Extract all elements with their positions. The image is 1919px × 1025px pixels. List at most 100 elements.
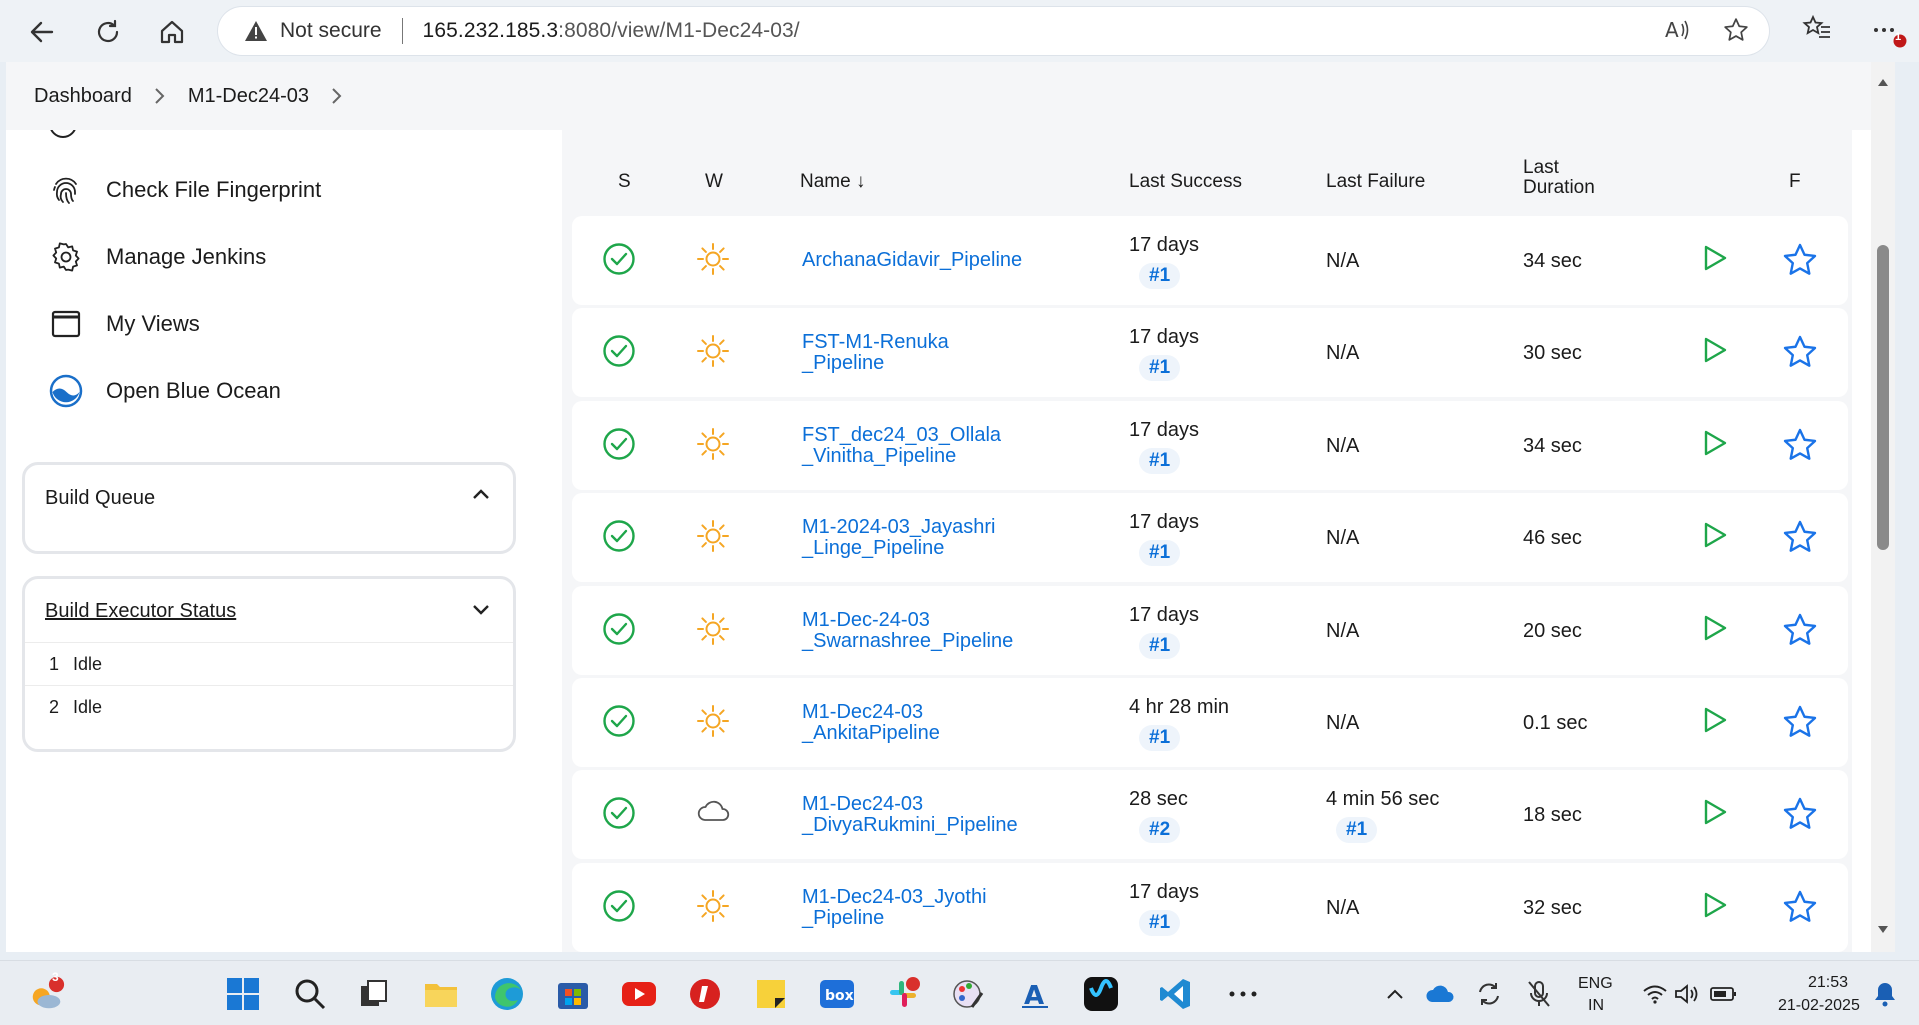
sidebar-item-blue-ocean[interactable]: Open Blue Ocean — [48, 373, 281, 409]
infinity-app-icon[interactable] — [686, 975, 724, 1013]
address-bar[interactable]: Not secure 165.232.185.3:8080/view/M1-De… — [218, 7, 1769, 55]
job-name-link[interactable]: M1-Dec24-03 _AnkitaPipeline — [802, 702, 940, 744]
refresh-button[interactable] — [88, 12, 128, 52]
sun-weather-icon[interactable] — [696, 889, 730, 929]
col-weather[interactable]: W — [705, 171, 723, 193]
youtube-icon[interactable] — [620, 975, 658, 1013]
clock-time[interactable]: 21:53 — [1808, 974, 1848, 992]
success-status-icon[interactable] — [602, 519, 636, 559]
slack-icon[interactable] — [884, 975, 922, 1013]
battery-icon[interactable] — [1705, 975, 1743, 1013]
success-status-icon[interactable] — [602, 334, 636, 374]
notification-bell-icon[interactable] — [1866, 975, 1904, 1013]
success-status-icon[interactable] — [602, 889, 636, 929]
col-last-duration-line1[interactable]: Last — [1523, 157, 1559, 179]
webex-icon[interactable] — [1082, 975, 1120, 1013]
home-button[interactable] — [152, 12, 192, 52]
success-status-icon[interactable] — [602, 242, 636, 282]
task-view-icon[interactable] — [355, 975, 393, 1013]
language-line1[interactable]: ENG — [1578, 975, 1613, 993]
run-build-icon[interactable] — [1702, 336, 1728, 370]
sync-icon[interactable] — [1470, 975, 1508, 1013]
favorite-star-icon[interactable] — [1782, 796, 1818, 838]
warning-icon[interactable] — [244, 20, 268, 42]
favorites-list-icon[interactable] — [1802, 14, 1832, 49]
clock-date[interactable]: 21-02-2025 — [1778, 997, 1860, 1015]
vscode-icon[interactable] — [1156, 975, 1194, 1013]
col-status[interactable]: S — [618, 171, 631, 193]
sun-weather-icon[interactable] — [696, 704, 730, 744]
run-build-icon[interactable] — [1702, 798, 1728, 832]
cloud-weather-icon[interactable] — [696, 796, 732, 830]
volume-icon[interactable] — [1668, 975, 1706, 1013]
favorite-star-icon[interactable] — [1782, 704, 1818, 746]
sun-weather-icon[interactable] — [696, 612, 730, 652]
sun-weather-icon[interactable] — [696, 334, 730, 374]
favorite-star-icon[interactable] — [1782, 334, 1818, 376]
job-name-link[interactable]: FST_dec24_03_Ollala _Vinitha_Pipeline — [802, 424, 1001, 467]
job-name-link[interactable]: M1-Dec-24-03 _Swarnashree_Pipeline — [802, 609, 1013, 652]
last-failure-build-link[interactable]: #1 — [1336, 817, 1378, 844]
sidebar-item-my-views[interactable]: My Views — [48, 306, 200, 342]
success-status-icon[interactable] — [602, 612, 636, 652]
favorite-star-icon[interactable] — [1723, 17, 1749, 48]
page-scrollbar[interactable] — [1871, 62, 1895, 952]
sidebar-item-fingerprint[interactable]: Check File Fingerprint — [48, 172, 321, 208]
onedrive-icon[interactable] — [1422, 975, 1460, 1013]
sticky-notes-icon[interactable] — [752, 975, 790, 1013]
run-build-icon[interactable] — [1702, 429, 1728, 463]
last-success-build-link[interactable]: #1 — [1139, 263, 1181, 289]
last-success-build-link[interactable]: #2 — [1139, 817, 1181, 844]
run-build-icon[interactable] — [1702, 521, 1728, 555]
tray-expand-icon[interactable] — [1376, 975, 1414, 1013]
sun-weather-icon[interactable] — [696, 427, 730, 467]
sidebar-item-partial[interactable] — [48, 130, 78, 146]
more-apps-icon[interactable] — [1224, 975, 1262, 1013]
security-label[interactable]: Not secure — [280, 19, 382, 43]
weather-widget-icon[interactable] — [28, 975, 66, 1013]
read-aloud-icon[interactable]: A — [1665, 18, 1691, 47]
sun-weather-icon[interactable] — [696, 519, 730, 559]
last-success-build-link[interactable]: #1 — [1139, 632, 1181, 659]
last-success-build-link[interactable]: #1 — [1139, 447, 1181, 474]
scroll-up-icon[interactable] — [1877, 74, 1889, 92]
file-explorer-icon[interactable] — [422, 975, 460, 1013]
last-success-build-link[interactable]: #1 — [1139, 540, 1181, 567]
col-last-duration-line2[interactable]: Duration — [1523, 177, 1595, 199]
success-status-icon[interactable] — [602, 796, 636, 836]
box-icon[interactable]: box — [818, 975, 856, 1013]
favorite-star-icon[interactable] — [1782, 427, 1818, 469]
run-build-icon[interactable] — [1702, 891, 1728, 925]
last-success-build-link[interactable]: #1 — [1139, 909, 1181, 936]
col-name[interactable]: Name ↓ — [800, 171, 865, 193]
paint-app-icon[interactable] — [950, 975, 988, 1013]
back-button[interactable] — [22, 12, 62, 52]
sun-weather-icon[interactable] — [696, 242, 730, 282]
executor-status-title[interactable]: Build Executor Status — [45, 600, 236, 623]
favorite-star-icon[interactable] — [1782, 242, 1818, 284]
job-name-link[interactable]: ArchanaGidavir_Pipeline — [802, 250, 1022, 271]
job-name-link[interactable]: M1-Dec24-03_Jyothi _Pipeline — [802, 886, 987, 929]
start-icon[interactable] — [224, 975, 262, 1013]
run-build-icon[interactable] — [1702, 244, 1728, 278]
chevron-right-icon[interactable] — [331, 87, 343, 105]
url-text[interactable]: 165.232.185.3:8080/view/M1-Dec24-03/ — [423, 19, 800, 43]
favorite-star-icon[interactable] — [1782, 889, 1818, 931]
chevron-up-icon[interactable] — [471, 487, 491, 506]
job-name-link[interactable]: M1-Dec24-03 _DivyaRukmini_Pipeline — [802, 794, 1018, 836]
col-favorite[interactable]: F — [1789, 171, 1801, 193]
microphone-muted-icon[interactable] — [1520, 975, 1558, 1013]
breadcrumb-dashboard[interactable]: Dashboard — [34, 85, 132, 108]
favorite-star-icon[interactable] — [1782, 519, 1818, 561]
run-build-icon[interactable] — [1702, 614, 1728, 648]
text-editor-icon[interactable]: A — [1016, 975, 1054, 1013]
search-icon[interactable] — [291, 975, 329, 1013]
job-name-link[interactable]: FST-M1-Renuka _Pipeline — [802, 332, 949, 374]
chevron-down-icon[interactable] — [471, 603, 491, 622]
run-build-icon[interactable] — [1702, 706, 1728, 740]
success-status-icon[interactable] — [602, 704, 636, 744]
job-name-link[interactable]: M1-2024-03_Jayashri _Linge_Pipeline — [802, 517, 995, 559]
sidebar-item-manage-jenkins[interactable]: Manage Jenkins — [48, 239, 266, 275]
scrollbar-thumb[interactable] — [1877, 245, 1889, 550]
col-last-failure[interactable]: Last Failure — [1326, 171, 1425, 193]
